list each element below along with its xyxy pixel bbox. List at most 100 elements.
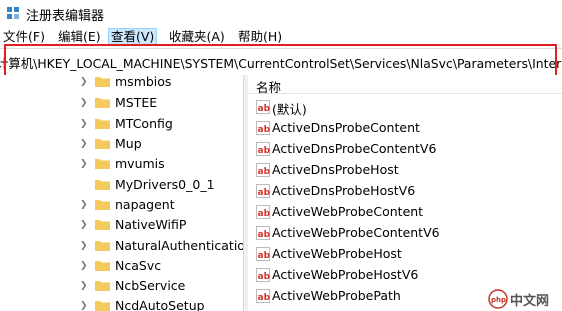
column-name-label: 名称 (256, 80, 282, 95)
value-row[interactable]: ab ActiveWebProbeHostV6 (248, 265, 562, 285)
folder-icon (95, 261, 110, 271)
value-name: ActiveDnsProbeHost (272, 162, 399, 177)
value-row[interactable]: ab (默认) (248, 97, 562, 117)
tree-item[interactable]: ❯ mvumis (0, 154, 243, 174)
chevron-right-icon[interactable]: ❯ (80, 280, 90, 292)
svg-text:ab: ab (258, 230, 271, 240)
svg-text:ab: ab (258, 167, 271, 177)
tree-item[interactable]: ❯ napagent (0, 195, 243, 215)
menu-favorites[interactable]: 收藏夹(A) (167, 29, 227, 45)
folder-icon (95, 159, 110, 169)
svg-text:ab: ab (258, 146, 271, 156)
tree-item-label: NcaSvc (115, 258, 162, 273)
chevron-right-icon[interactable]: ❯ (80, 158, 90, 170)
registry-editor-icon (7, 7, 19, 19)
menu-help[interactable]: 帮助(H) (236, 29, 284, 45)
chevron-right-icon[interactable]: ❯ (80, 76, 90, 88)
chevron-right-icon[interactable]: ❯ (80, 199, 90, 211)
tree-item-label: NcdAutoSetup (115, 298, 205, 311)
window-title: 注册表编辑器 (26, 9, 105, 24)
svg-text:ab: ab (258, 104, 271, 114)
svg-text:ab: ab (258, 188, 271, 198)
string-value-icon: ab (256, 184, 270, 198)
value-name: ActiveDnsProbeHostV6 (272, 183, 416, 198)
folder-icon (95, 119, 110, 129)
folder-icon (95, 139, 110, 149)
string-value-icon: ab (256, 121, 270, 135)
svg-text:ab: ab (258, 293, 271, 303)
tree-item[interactable]: ❯ msmbios (0, 75, 243, 92)
value-name: ActiveWebProbeHostV6 (272, 267, 419, 282)
tree-item-label: NaturalAuthentication (115, 238, 243, 253)
tree-item-label: Mup (115, 136, 142, 151)
value-name: (默认) (272, 102, 307, 117)
tree-item-label: NcbService (115, 278, 186, 293)
watermark-text: 中文网 (510, 294, 550, 309)
value-name: ActiveWebProbeContent (272, 204, 424, 219)
tree-item[interactable]: ❯ NcaSvc (0, 256, 243, 276)
folder-icon (95, 301, 110, 311)
string-value-icon: ab (256, 205, 270, 219)
tree-item[interactable]: ❯ NcbService (0, 276, 243, 296)
string-value-icon: ab (256, 100, 270, 114)
value-row[interactable]: ab ActiveDnsProbeContent (248, 118, 562, 138)
tree-item-label: MSTEE (115, 95, 158, 110)
values-pane[interactable]: 名称 ab (默认) ab ActiveDnsProbeContent ab A… (248, 75, 562, 311)
folder-icon (95, 281, 110, 291)
value-row[interactable]: ab ActiveWebProbeContentV6 (248, 223, 562, 243)
value-row[interactable]: ab ActiveWebProbeHost (248, 244, 562, 264)
menu-file[interactable]: 文件(F) (1, 29, 47, 45)
tree-item[interactable]: ❯ NativeWifiP (0, 215, 243, 235)
svg-text:ab: ab (258, 272, 271, 282)
title-bar: 注册表编辑器 (0, 0, 562, 26)
value-row[interactable]: ab ActiveWebProbeContent (248, 202, 562, 222)
chevron-right-icon[interactable]: ❯ (80, 300, 90, 311)
string-value-icon: ab (256, 163, 270, 177)
string-value-icon: ab (256, 226, 270, 240)
folder-icon (95, 241, 110, 251)
column-header-name[interactable]: 名称 (248, 75, 562, 95)
chevron-right-icon[interactable]: ❯ (80, 138, 90, 150)
svg-text:ab: ab (258, 125, 271, 135)
chevron-right-icon[interactable]: ❯ (80, 118, 90, 130)
string-value-icon: ab (256, 142, 270, 156)
menu-edit[interactable]: 编辑(E) (56, 29, 103, 45)
value-name: ActiveWebProbeContentV6 (272, 225, 440, 240)
tree-item[interactable]: ❯ NcdAutoSetup (0, 296, 243, 311)
folder-icon (95, 180, 110, 190)
tree-item-label: mvumis (115, 156, 165, 171)
svg-text:ab: ab (258, 209, 271, 219)
chevron-right-icon[interactable]: ❯ (80, 97, 90, 109)
value-row[interactable]: ab ActiveDnsProbeHost (248, 160, 562, 180)
key-tree-pane[interactable]: ❯ msmbios ❯ MSTEE ❯ MTConfig ❯ Mup ❯ mvu… (0, 75, 243, 311)
tree-item[interactable]: ❯ MTConfig (0, 114, 243, 134)
php-logo-icon: php (488, 289, 508, 309)
tree-item-label: msmbios (115, 75, 172, 89)
tree-item-label: napagent (115, 197, 175, 212)
folder-icon (95, 200, 110, 210)
folder-icon (95, 77, 110, 87)
svg-text:php: php (491, 296, 506, 304)
tree-item-label: MTConfig (115, 116, 173, 131)
value-name: ActiveWebProbeHost (272, 246, 402, 261)
tree-item[interactable]: ❯ NaturalAuthentication (0, 236, 243, 256)
tree-item[interactable]: MyDrivers0_0_1 (0, 175, 243, 195)
value-name: ActiveWebProbePath (272, 288, 401, 303)
tree-item[interactable]: ❯ Mup (0, 134, 243, 154)
chevron-right-icon[interactable]: ❯ (80, 219, 90, 231)
chevron-right-icon[interactable]: ❯ (80, 240, 90, 252)
chevron-right-icon[interactable]: ❯ (80, 260, 90, 272)
string-value-icon: ab (256, 289, 270, 303)
value-row[interactable]: ab ActiveDnsProbeHostV6 (248, 181, 562, 201)
folder-icon (95, 98, 110, 108)
value-name: ActiveDnsProbeContent (272, 120, 420, 135)
svg-text:ab: ab (258, 251, 271, 261)
string-value-icon: ab (256, 247, 270, 261)
php-cn-watermark: php 中文网 (488, 289, 558, 309)
tree-item[interactable]: ❯ MSTEE (0, 93, 243, 113)
value-row[interactable]: ab ActiveDnsProbeContentV6 (248, 139, 562, 159)
tree-item-label: NativeWifiP (115, 217, 187, 232)
tree-item-label: MyDrivers0_0_1 (115, 177, 215, 192)
value-name: ActiveDnsProbeContentV6 (272, 141, 437, 156)
folder-icon (95, 220, 110, 230)
